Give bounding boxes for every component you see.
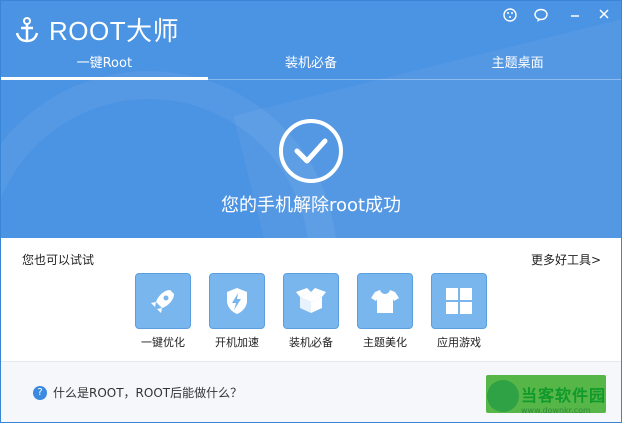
- close-icon: [599, 9, 609, 19]
- tool-label: 应用游戏: [437, 336, 481, 349]
- tool-label: 装机必备: [289, 336, 333, 349]
- what-is-root-link[interactable]: ? 什么是ROOT，ROOT后能做什么？: [33, 384, 242, 401]
- success-message: 您的手机解除root成功: [220, 195, 402, 216]
- tool-essential[interactable]: 装机必备: [283, 273, 339, 350]
- app-grid-icon: [431, 273, 487, 329]
- watermark-title: 当客软件园: [521, 386, 607, 405]
- skin-button[interactable]: [501, 7, 519, 25]
- header-panel: ROOT大师 一键Root 装机必备 主题桌面 您的手机解除root成功: [1, 1, 621, 238]
- message-bubble-icon: [534, 8, 548, 22]
- close-button[interactable]: [595, 7, 613, 25]
- tab-essential-apps[interactable]: 装机必备: [208, 49, 415, 79]
- tshirt-icon: [357, 273, 413, 329]
- feedback-button[interactable]: [532, 7, 550, 25]
- tool-label: 主题美化: [363, 336, 407, 349]
- tool-optimize[interactable]: 一键优化: [135, 273, 191, 350]
- tool-label: 开机加速: [215, 336, 259, 349]
- watermark: 当客软件园 www.downkr.com: [487, 380, 621, 420]
- anchor-icon: [15, 16, 39, 42]
- watermark-logo-icon: [487, 380, 519, 412]
- faq-text: 什么是ROOT，ROOT后能做什么？: [53, 386, 243, 400]
- try-section-title: 您也可以试试: [22, 253, 95, 267]
- package-box-icon: [283, 273, 339, 329]
- tool-apps-games[interactable]: 应用游戏: [431, 273, 487, 350]
- check-icon: [294, 138, 328, 164]
- question-icon: ?: [33, 385, 47, 400]
- tools-row: 一键优化 开机加速 装机必备 主题美化 应用游戏: [135, 273, 487, 350]
- minimize-button[interactable]: [566, 7, 584, 25]
- app-logo: ROOT大师: [13, 11, 179, 48]
- minimize-icon: [571, 15, 579, 17]
- rocket-icon: [135, 273, 191, 329]
- app-title: ROOT大师: [49, 16, 180, 46]
- tool-boost[interactable]: 开机加速: [209, 273, 265, 350]
- tab-theme-desktop[interactable]: 主题桌面: [414, 49, 621, 79]
- main-tabs: 一键Root 装机必备 主题桌面: [1, 49, 621, 80]
- lightning-shield-icon: [209, 273, 265, 329]
- tool-theme[interactable]: 主题美化: [357, 273, 413, 350]
- check-circle-icon: [279, 119, 343, 183]
- tab-one-click-root[interactable]: 一键Root: [1, 49, 208, 80]
- success-area: 您的手机解除root成功: [1, 79, 621, 238]
- more-tools-link[interactable]: 更多好工具>: [531, 251, 601, 268]
- root-master-window: ROOT大师 一键Root 装机必备 主题桌面 您的手机解除root成功 您也可…: [0, 0, 622, 423]
- palette-icon: [503, 8, 517, 22]
- watermark-url: www.downkr.com: [521, 406, 591, 415]
- tool-label: 一键优化: [141, 336, 185, 349]
- title-bar: ROOT大师: [1, 1, 621, 49]
